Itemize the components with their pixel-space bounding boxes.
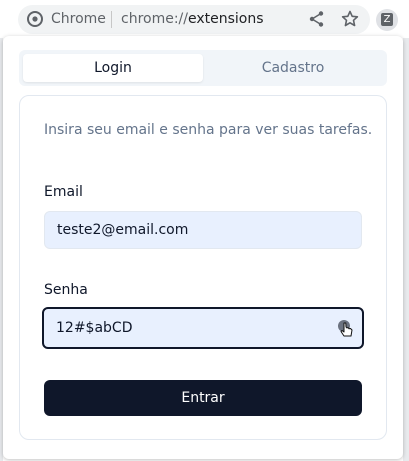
auth-tabs: Login Cadastro [19,50,387,86]
password-label: Senha [44,282,88,298]
url-text: chrome://extensions [121,11,264,28]
share-icon[interactable] [308,10,326,28]
omnibox-divider [111,11,112,28]
extension-button[interactable]: Z [376,9,398,31]
site-name: Chrome [51,11,106,27]
login-card: Insira seu email e senha para ver suas t… [19,95,387,440]
extension-badge: Z [381,13,393,26]
submit-button[interactable]: Entrar [44,380,362,416]
email-label: Email [44,184,83,200]
password-field[interactable]: 12#$abCD [42,307,364,349]
tab-cadastro[interactable]: Cadastro [203,54,383,82]
tab-login[interactable]: Login [23,54,203,82]
chrome-icon [27,11,43,27]
email-field[interactable]: teste2@email.com [44,211,362,249]
browser-toolbar: Chrome chrome://extensions Z [0,0,409,38]
bookmark-star-icon[interactable] [341,10,359,28]
login-description: Insira seu email e senha para ver suas t… [44,122,373,138]
url-host: extensions [188,11,264,27]
background-edge-right [403,38,409,461]
url-scheme: chrome:// [121,11,188,27]
hand-cursor-icon[interactable] [336,318,356,338]
extension-popup: Login Cadastro Insira seu email e senha … [3,36,403,459]
